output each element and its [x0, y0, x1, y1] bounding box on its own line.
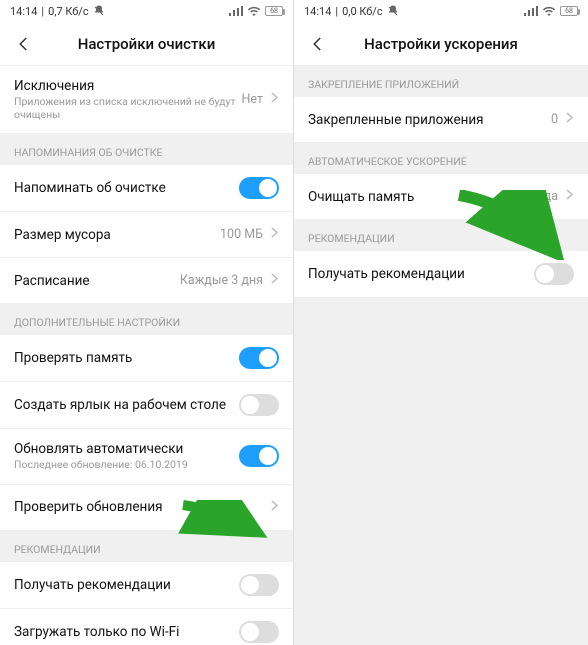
wifi-only-row[interactable]: Загружать только по Wi-Fi [0, 609, 293, 645]
auto-update-row[interactable]: Обновлять автоматически Последнее обновл… [0, 429, 293, 485]
status-time: 14:14 [304, 5, 331, 18]
section-recommend-right: РЕКОМЕНДАЦИИ [294, 220, 588, 251]
section-reminders: НАПОМИНАНИЯ ОБ ОЧИСТКЕ [0, 134, 293, 165]
phone-left: 14:14 | 0,7 Кб/с 68 Настройки очистки Ис… [0, 0, 294, 645]
clear-memory-value: Никогда [509, 189, 558, 204]
auto-update-toggle[interactable] [239, 445, 279, 467]
wifi-only-title: Загружать только по Wi-Fi [14, 624, 179, 640]
chevron-right-icon [566, 189, 574, 204]
create-shortcut-title: Создать ярлык на рабочем столе [14, 397, 226, 413]
exclusions-title: Исключения [14, 78, 242, 94]
remind-toggle[interactable] [239, 177, 279, 199]
schedule-title: Расписание [14, 273, 90, 289]
exclusions-value: Нет [242, 92, 264, 107]
check-memory-toggle[interactable] [239, 347, 279, 369]
clear-memory-title: Очищать память [308, 189, 414, 205]
check-updates-title: Проверить обновления [14, 499, 163, 515]
create-shortcut-toggle[interactable] [239, 394, 279, 416]
get-recommend-row-right[interactable]: Получать рекомендации [294, 251, 588, 298]
chevron-right-icon [271, 500, 279, 515]
status-time: 14:14 [10, 5, 37, 18]
get-recommend-toggle-left[interactable] [239, 574, 279, 596]
remind-title: Напоминать об очистке [14, 180, 166, 196]
get-recommend-row-left[interactable]: Получать рекомендации [0, 562, 293, 609]
no-sound-icon [93, 5, 105, 17]
section-pinned: ЗАКРЕПЛЕНИЕ ПРИЛОЖЕНИЙ [294, 66, 588, 97]
create-shortcut-row[interactable]: Создать ярлык на рабочем столе [0, 382, 293, 429]
chevron-right-icon [271, 273, 279, 288]
auto-update-sub: Последнее обновление: 06.10.2019 [14, 459, 239, 472]
get-recommend-title-right: Получать рекомендации [308, 266, 465, 282]
auto-update-title: Обновлять автоматически [14, 441, 239, 457]
trash-size-row[interactable]: Размер мусора 100 МБ [0, 212, 293, 258]
signal-icon [229, 6, 243, 16]
check-memory-title: Проверять память [14, 350, 132, 366]
battery-icon: 68 [560, 6, 578, 16]
chevron-right-icon [271, 227, 279, 242]
page-title: Настройки ускорения [330, 35, 552, 53]
schedule-value: Каждые 3 дня [180, 273, 263, 288]
section-auto: АВТОМАТИЧЕСКОЕ УСКОРЕНИЕ [294, 143, 588, 174]
back-button[interactable] [306, 32, 330, 56]
section-recommend-left: РЕКОМЕНДАЦИИ [0, 531, 293, 562]
battery-icon: 68 [265, 6, 283, 16]
wifi-only-toggle[interactable] [239, 621, 279, 643]
header: Настройки очистки [0, 22, 293, 66]
pinned-apps-value: 0 [551, 112, 558, 127]
section-additional: ДОПОЛНИТЕЛЬНЫЕ НАСТРОЙКИ [0, 304, 293, 335]
pinned-apps-title: Закрепленные приложения [308, 112, 484, 128]
status-bar: 14:14 | 0,0 Кб/с 68 [294, 0, 588, 22]
status-speed: 0,7 Кб/с [48, 5, 89, 18]
phone-right: 14:14 | 0,0 Кб/с 68 Настройки ускорения … [294, 0, 588, 645]
pinned-apps-row[interactable]: Закрепленные приложения 0 [294, 97, 588, 143]
status-divider: | [41, 5, 44, 18]
exclusions-sub: Приложения из списка исключений не будут… [14, 96, 242, 121]
check-updates-row[interactable]: Проверить обновления [0, 485, 293, 531]
page-title: Настройки очистки [36, 35, 257, 53]
status-speed: 0,0 Кб/с [342, 5, 383, 18]
content: Исключения Приложения из списка исключен… [0, 66, 293, 645]
header: Настройки ускорения [294, 22, 588, 66]
wifi-icon [247, 6, 261, 16]
chevron-right-icon [566, 112, 574, 127]
trash-size-value: 100 МБ [220, 227, 263, 242]
schedule-row[interactable]: Расписание Каждые 3 дня [0, 258, 293, 304]
signal-icon [524, 6, 538, 16]
get-recommend-toggle-right[interactable] [534, 263, 574, 285]
back-button[interactable] [12, 32, 36, 56]
chevron-right-icon [271, 92, 279, 107]
no-sound-icon [387, 5, 399, 17]
exclusions-row[interactable]: Исключения Приложения из списка исключен… [0, 66, 293, 134]
get-recommend-title-left: Получать рекомендации [14, 577, 171, 593]
status-bar: 14:14 | 0,7 Кб/с 68 [0, 0, 293, 22]
trash-size-title: Размер мусора [14, 227, 111, 243]
content: ЗАКРЕПЛЕНИЕ ПРИЛОЖЕНИЙ Закрепленные прил… [294, 66, 588, 298]
wifi-icon [542, 6, 556, 16]
clear-memory-row[interactable]: Очищать память Никогда [294, 174, 588, 220]
check-memory-row[interactable]: Проверять память [0, 335, 293, 382]
status-divider: | [335, 5, 338, 18]
remind-row[interactable]: Напоминать об очистке [0, 165, 293, 212]
